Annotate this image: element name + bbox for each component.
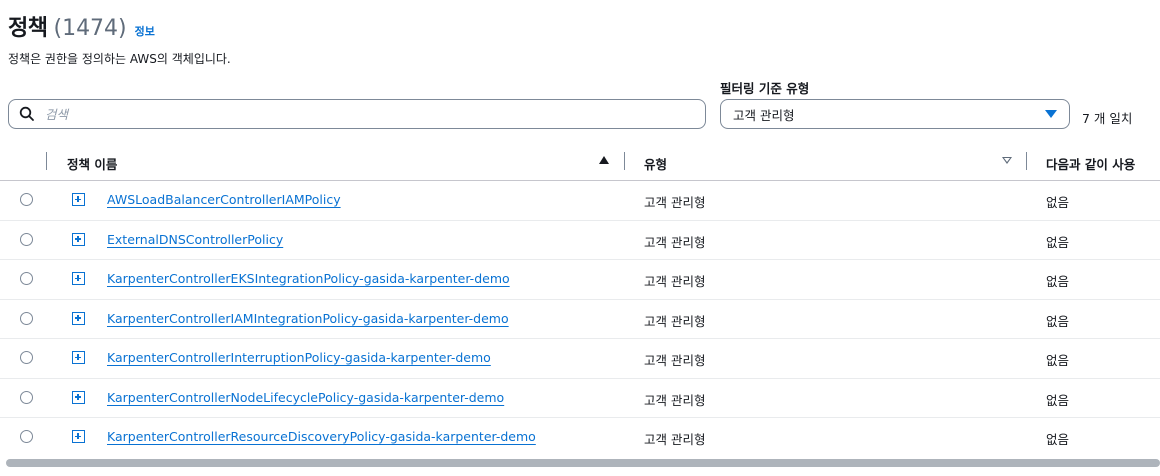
policy-type: 고객 관리형 [644,274,706,289]
row-select-radio[interactable] [20,193,33,206]
policy-type: 고객 관리형 [644,195,706,210]
expand-plus-icon[interactable] [72,351,85,364]
expand-plus-icon[interactable] [72,311,85,325]
policy-type: 고객 관리형 [644,313,706,329]
policy-count: (1474) [53,16,127,41]
policies-table: 정책 이름 유형 다음과 같이 사용 AWSLoadBalancerContro… [0,142,1160,457]
sort-icon[interactable] [1002,157,1012,164]
policy-name-link[interactable]: KarpenterControllerNodeLifecyclePolicy-g… [107,390,504,405]
sort-ascending-icon[interactable] [599,156,609,164]
table-row: AWSLoadBalancerControllerIAMPolicy 고객 관리… [0,181,1160,221]
row-select-radio[interactable] [20,272,33,285]
policy-type: 고객 관리형 [644,392,706,408]
policy-used-as: 없음 [1046,274,1070,289]
column-header-used-as[interactable]: 다음과 같이 사용 [1046,154,1135,173]
filter-type-select[interactable]: 고객 관리형 [720,99,1070,129]
page-title: 정책 [8,16,48,41]
page-header: 정책 (1474) 정보 정책은 권한을 정의하는 AWS의 객체입니다. [8,10,231,67]
expand-plus-icon[interactable] [72,390,85,404]
column-resizer[interactable] [624,152,625,170]
match-count: 7 개 일치 [1082,111,1133,126]
row-select-radio[interactable] [20,430,33,443]
policy-name-link[interactable]: KarpenterControllerEKSIntegrationPolicy-… [107,271,510,286]
policy-used-as: 없음 [1046,313,1070,329]
row-select-radio[interactable] [20,232,33,246]
expand-plus-icon[interactable] [72,232,85,246]
column-header-policy-name[interactable]: 정책 이름 [67,154,117,173]
horizontal-scrollbar[interactable] [6,459,1160,467]
row-select-radio[interactable] [20,390,33,404]
policy-used-as: 없음 [1046,392,1070,408]
policy-used-as: 없음 [1046,432,1070,447]
filter-type-label: 필터링 기준 유형 [720,81,810,96]
row-select-radio[interactable] [20,351,33,364]
policy-type: 고객 관리형 [644,353,706,368]
table-row: KarpenterControllerIAMIntegrationPolicy-… [0,300,1160,339]
column-resizer[interactable] [1026,152,1027,170]
row-select-radio[interactable] [20,311,33,325]
policy-used-as: 없음 [1046,195,1070,210]
policy-name-link[interactable]: KarpenterControllerResourceDiscoveryPoli… [107,429,536,444]
column-divider [46,152,47,170]
table-row: KarpenterControllerEKSIntegrationPolicy-… [0,260,1160,300]
search-input[interactable] [43,105,687,123]
column-header-type[interactable]: 유형 [644,154,667,173]
page-description: 정책은 권한을 정의하는 AWS의 객체입니다. [8,52,231,66]
expand-plus-icon[interactable] [72,193,85,206]
policy-used-as: 없음 [1046,234,1070,250]
search-field[interactable] [8,99,706,129]
table-row: ExternalDNSControllerPolicy 고객 관리형 없음 [0,221,1160,260]
policy-name-link[interactable]: KarpenterControllerInterruptionPolicy-ga… [107,350,491,365]
filter-type-selected: 고객 관리형 [733,107,795,123]
expand-plus-icon[interactable] [72,272,85,285]
search-icon [19,106,35,122]
policy-name-link[interactable]: ExternalDNSControllerPolicy [107,232,283,247]
expand-plus-icon[interactable] [72,430,85,443]
table-header: 정책 이름 유형 다음과 같이 사용 [0,142,1160,181]
info-link[interactable]: 정보 [135,23,155,39]
table-row: KarpenterControllerResourceDiscoveryPoli… [0,418,1160,457]
caret-down-icon [1045,110,1057,118]
policy-type: 고객 관리형 [644,432,706,447]
table-row: KarpenterControllerInterruptionPolicy-ga… [0,339,1160,379]
policy-name-link[interactable]: KarpenterControllerIAMIntegrationPolicy-… [107,311,509,326]
table-row: KarpenterControllerNodeLifecyclePolicy-g… [0,379,1160,418]
policy-used-as: 없음 [1046,353,1070,368]
policy-name-link[interactable]: AWSLoadBalancerControllerIAMPolicy [107,192,341,207]
policy-type: 고객 관리형 [644,234,706,250]
